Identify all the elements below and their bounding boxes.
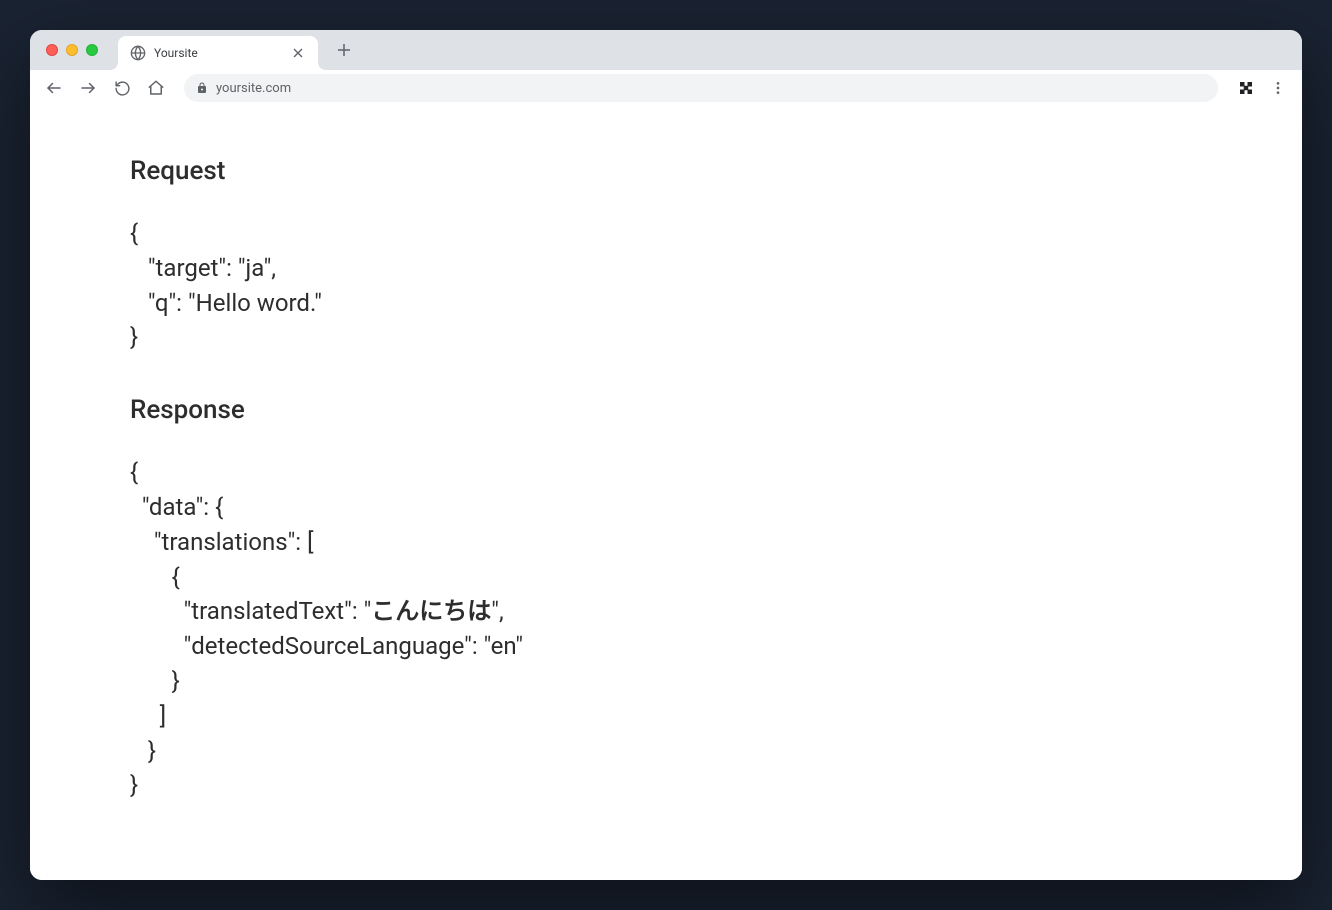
response-code-block: { "data": { "translations": [ { "transla… — [130, 455, 1202, 803]
back-button[interactable] — [40, 74, 68, 102]
toolbar-right — [1232, 74, 1292, 102]
window-controls — [46, 44, 98, 56]
minimize-window-button[interactable] — [66, 44, 78, 56]
browser-tabs-bar: Yoursite — [30, 30, 1302, 70]
page-content: Request { "target": "ja", "q": "Hello wo… — [30, 106, 1302, 880]
response-heading: Response — [130, 395, 1202, 425]
home-button[interactable] — [142, 74, 170, 102]
translated-text-value: こんにちは — [371, 597, 491, 625]
browser-window: Yoursite — [30, 30, 1302, 880]
tab-close-button[interactable] — [290, 45, 306, 61]
browser-tab[interactable]: Yoursite — [118, 36, 318, 70]
url-text: yoursite.com — [216, 81, 291, 96]
new-tab-button[interactable] — [330, 36, 358, 64]
close-window-button[interactable] — [46, 44, 58, 56]
tab-title: Yoursite — [154, 46, 282, 60]
address-bar[interactable]: yoursite.com — [184, 74, 1218, 102]
response-code-pre: { "data": { "translations": [ { "transla… — [130, 458, 371, 625]
request-heading: Request — [130, 156, 1202, 186]
lock-icon — [196, 81, 208, 95]
globe-icon — [130, 45, 146, 61]
menu-button[interactable] — [1264, 74, 1292, 102]
browser-toolbar: yoursite.com — [30, 70, 1302, 106]
reload-button[interactable] — [108, 74, 136, 102]
maximize-window-button[interactable] — [86, 44, 98, 56]
request-code-block: { "target": "ja", "q": "Hello word." } — [130, 216, 1202, 355]
extension-icon[interactable] — [1232, 74, 1260, 102]
response-code-post: ", "detectedSourceLanguage": "en" } ] } … — [130, 597, 523, 799]
forward-button[interactable] — [74, 74, 102, 102]
